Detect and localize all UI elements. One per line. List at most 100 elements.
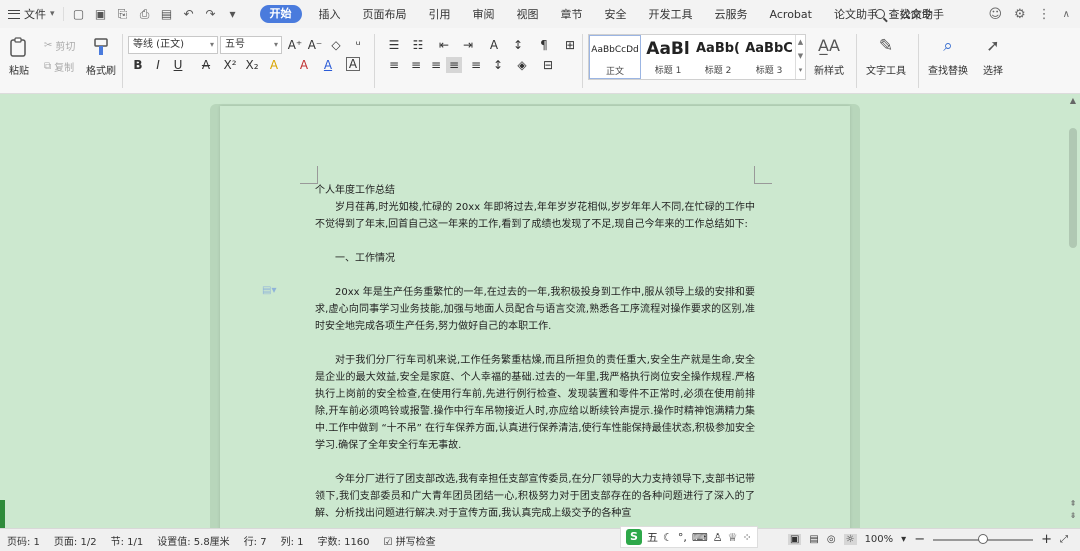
style-sample: AaBbCcDd	[591, 45, 639, 55]
increase-indent-icon[interactable]: ⇥	[460, 37, 476, 53]
status-word-count[interactable]: 字数: 1160	[311, 533, 377, 548]
export-icon[interactable]: ⎘	[116, 7, 130, 21]
tab-home[interactable]: 开始	[259, 5, 302, 23]
prev-page-icon[interactable]: ⇞	[1066, 499, 1080, 508]
zoom-in-button[interactable]: +	[1041, 532, 1052, 547]
scroll-up-icon[interactable]: ▲	[1066, 96, 1080, 105]
justify-icon[interactable]: ≡	[446, 57, 462, 73]
document-page[interactable]: 个人年度工作总结 岁月荏苒,时光如梭,忙碌的 20xx 年即将过去,年年岁岁花相…	[220, 106, 850, 536]
font-color-icon[interactable]: A	[320, 57, 336, 73]
print-icon[interactable]: ⎙	[138, 7, 152, 21]
zoom-slider-knob[interactable]	[978, 533, 989, 544]
zoom-level[interactable]: 100%	[865, 534, 894, 545]
tab-page-layout[interactable]: 页面布局	[352, 6, 418, 22]
redo-icon[interactable]: ↷	[204, 7, 218, 21]
tab-insert[interactable]: 插入	[308, 6, 352, 22]
cut-button[interactable]: ✂ 剪切	[44, 38, 75, 53]
sort-icon[interactable]: ↕	[510, 37, 526, 53]
font-name-select[interactable]: 等线 (正文) ▾	[128, 36, 218, 54]
clear-format-icon[interactable]: ◇	[328, 37, 344, 53]
undo-icon[interactable]: ↶	[182, 7, 196, 21]
eye-protection-icon[interactable]: ☼	[843, 534, 857, 545]
subscript-icon[interactable]: X₂	[244, 57, 260, 73]
shading-icon[interactable]: ◈	[514, 57, 530, 73]
status-setting[interactable]: 设置值: 5.8厘米	[150, 533, 236, 548]
borders-icon[interactable]: ⊞	[562, 37, 578, 53]
tab-security[interactable]: 安全	[594, 6, 638, 22]
tab-references[interactable]: 引用	[418, 6, 462, 22]
font-size-select[interactable]: 五号 ▾	[220, 36, 282, 54]
tab-chapter[interactable]: 章节	[550, 6, 594, 22]
gear-icon[interactable]: ⚙	[1014, 7, 1026, 22]
outline-view-icon[interactable]: ▤	[809, 534, 818, 545]
distributed-icon[interactable]: ≡	[468, 57, 484, 73]
search-command[interactable]: 查找命令	[875, 6, 932, 22]
grow-font-icon[interactable]: A⁺	[287, 37, 303, 53]
shrink-font-icon[interactable]: A⁻	[307, 37, 323, 53]
table-borders-icon[interactable]: ⊟	[540, 57, 556, 73]
align-left-icon[interactable]: ≡	[386, 57, 402, 73]
paragraph-layout-icon[interactable]: ▤▾	[262, 285, 276, 296]
new-style-button[interactable]: A̲A 新样式	[814, 36, 844, 77]
tab-view[interactable]: 视图	[506, 6, 550, 22]
status-section[interactable]: 节: 1/1	[104, 533, 151, 548]
copy-button[interactable]: ⧉ 复制	[44, 59, 74, 74]
collapse-ribbon-icon[interactable]: ∧	[1063, 9, 1070, 20]
ime-toolbar[interactable]: S 五 ☾ °, ⌨ ♙ ♕ ⁘	[620, 526, 758, 548]
highlight-icon[interactable]: A	[266, 57, 282, 73]
show-marks-icon[interactable]: ¶	[536, 37, 552, 53]
open-folder-icon[interactable]: ▢	[72, 7, 86, 21]
underline-icon[interactable]: U	[170, 57, 186, 73]
text-tools-button[interactable]: ✎ 文字工具	[866, 36, 906, 77]
style-normal[interactable]: AaBbCcDd 正文	[589, 35, 641, 79]
align-center-icon[interactable]: ≡	[408, 57, 424, 73]
more-icon[interactable]: ▾	[226, 7, 240, 21]
chinese-layout-icon[interactable]: A	[486, 37, 502, 53]
spell-check-button[interactable]: ☑ 拼写检查	[377, 533, 443, 548]
tab-cloud[interactable]: 云服务	[704, 6, 759, 22]
status-row[interactable]: 行: 7	[237, 533, 274, 548]
style-gallery-scroll[interactable]: ▲ ▼ ▾	[795, 35, 805, 79]
char-border-icon[interactable]: A	[346, 57, 360, 71]
format-painter-button[interactable]: 格式刷	[86, 36, 116, 77]
align-right-icon[interactable]: ≡	[428, 57, 444, 73]
style-heading-3[interactable]: AaBbC 标题 3	[743, 35, 795, 79]
phonetic-icon[interactable]: ᵘ	[350, 37, 366, 53]
decrease-indent-icon[interactable]: ⇤	[436, 37, 452, 53]
save-icon[interactable]: ▣	[94, 7, 108, 21]
italic-icon[interactable]: I	[150, 57, 166, 73]
feedback-icon[interactable]: ☺	[988, 7, 1002, 22]
quick-access-toolbar: ▢ ▣ ⎘ ⎙ ▤ ↶ ↷ ▾	[62, 7, 248, 21]
style-heading-2[interactable]: AaBb( 标题 2	[693, 35, 743, 79]
status-column[interactable]: 列: 1	[274, 533, 311, 548]
fit-window-icon[interactable]: ⤢	[1060, 534, 1068, 545]
file-menu[interactable]: 文件 ▾	[0, 0, 61, 28]
numbered-list-icon[interactable]: ☷	[410, 37, 426, 53]
vertical-scrollbar[interactable]: ▲ ⇞ ⇟	[1066, 94, 1080, 528]
scroll-thumb[interactable]	[1069, 128, 1077, 248]
bold-icon[interactable]: B	[130, 57, 146, 73]
next-page-icon[interactable]: ⇟	[1066, 511, 1080, 520]
status-page-number[interactable]: 页码: 1	[0, 533, 47, 548]
zoom-out-button[interactable]: −	[914, 532, 925, 547]
find-replace-button[interactable]: ⌕ 查找替换	[928, 36, 968, 77]
select-button[interactable]: ➚ 选择	[982, 36, 1004, 77]
zoom-slider[interactable]	[933, 533, 1034, 544]
strikethrough-icon[interactable]: A	[198, 57, 214, 73]
tab-developer[interactable]: 开发工具	[638, 6, 704, 22]
zoom-dropdown-icon[interactable]: ▾	[901, 534, 906, 545]
paste-button[interactable]: 粘贴	[8, 36, 30, 77]
bullet-list-icon[interactable]: ☰	[386, 37, 402, 53]
superscript-icon[interactable]: X²	[222, 57, 238, 73]
style-heading-1[interactable]: AaBl 标题 1	[643, 35, 693, 79]
print-layout-icon[interactable]: ▣	[787, 534, 802, 545]
web-view-icon[interactable]: ◎	[827, 534, 836, 545]
tab-acrobat[interactable]: Acrobat	[759, 8, 823, 21]
print-preview-icon[interactable]: ▤	[160, 7, 174, 21]
line-spacing-icon[interactable]: ↕	[490, 57, 506, 73]
more-options-icon[interactable]: ⋮	[1038, 7, 1051, 22]
text-effects-icon[interactable]: A	[296, 57, 312, 73]
status-pages[interactable]: 页面: 1/2	[47, 533, 104, 548]
tab-review[interactable]: 审阅	[462, 6, 506, 22]
document-body[interactable]: 个人年度工作总结 岁月荏苒,时光如梭,忙碌的 20xx 年即将过去,年年岁岁花相…	[315, 182, 755, 522]
